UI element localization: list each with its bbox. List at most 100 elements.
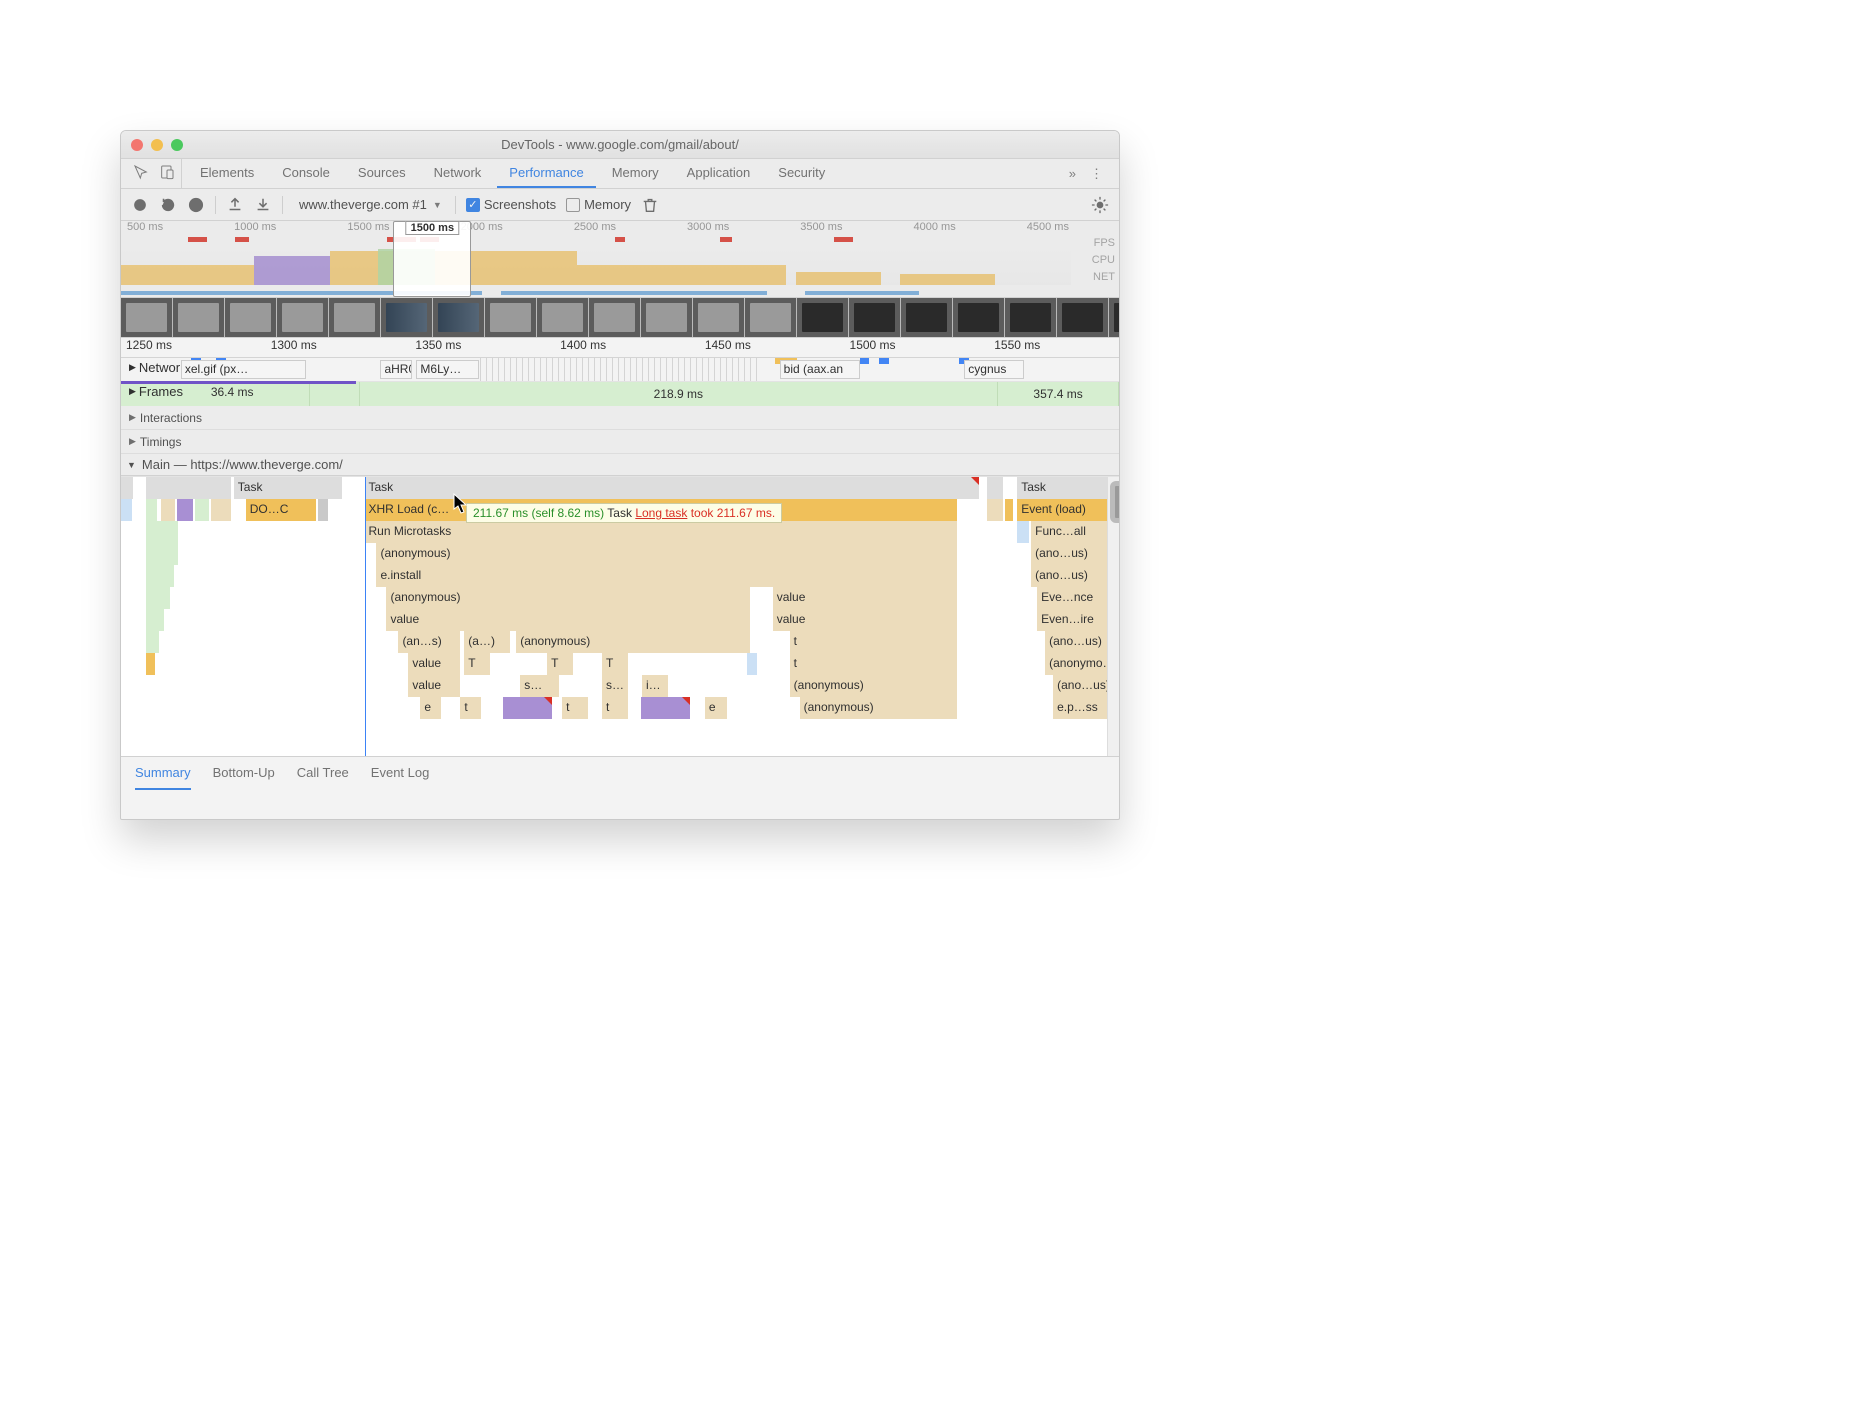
flame-entry[interactable] [146, 499, 157, 521]
expand-icon[interactable]: ▶ [121, 436, 140, 447]
screenshot-thumb[interactable] [173, 298, 225, 337]
overview-timeline[interactable]: 500 ms 1000 ms 1500 ms 2000 ms 2500 ms 3… [121, 221, 1119, 298]
flame-entry[interactable]: e [705, 697, 727, 719]
tab-memory[interactable]: Memory [600, 159, 671, 188]
flame-task[interactable]: Task [234, 477, 342, 499]
flame-entry[interactable] [161, 499, 175, 521]
flame-entry[interactable]: t [790, 631, 958, 653]
interactions-track[interactable]: ▶ Interactions [121, 406, 1119, 430]
flame-entry[interactable] [146, 565, 174, 587]
flame-entry[interactable] [641, 697, 690, 719]
detail-ruler[interactable]: 1250 ms 1300 ms 1350 ms 1400 ms 1450 ms … [121, 338, 1119, 358]
screenshot-thumb[interactable] [745, 298, 797, 337]
garbage-collect-icon[interactable] [641, 196, 659, 214]
network-request[interactable]: aHR0c [380, 360, 412, 379]
flame-task[interactable]: Task [1017, 477, 1119, 499]
details-tab-summary[interactable]: Summary [135, 757, 191, 790]
details-tab-calltree[interactable]: Call Tree [297, 757, 349, 790]
flame-entry[interactable] [318, 499, 328, 521]
flame-entry[interactable]: value [773, 587, 958, 609]
flame-entry[interactable]: value [408, 653, 460, 675]
flame-entry[interactable]: Func…all [1031, 521, 1119, 543]
flame-entry[interactable]: (anonymous) [386, 587, 749, 609]
flame-entry[interactable] [1017, 521, 1029, 543]
screenshot-thumb[interactable] [693, 298, 745, 337]
network-request[interactable]: xel.gif (px… [181, 360, 306, 379]
minimize-window-button[interactable] [151, 139, 163, 151]
network-request[interactable]: bid (aax.an [780, 360, 860, 379]
flame-entry[interactable] [146, 609, 164, 631]
details-tab-eventlog[interactable]: Event Log [371, 757, 430, 790]
flame-entry[interactable]: (ano…us) [1031, 543, 1119, 565]
expand-icon[interactable]: ▶ [129, 362, 136, 373]
flame-entry[interactable]: value [773, 609, 958, 631]
flame-entry[interactable]: t [602, 697, 628, 719]
screenshot-thumb[interactable] [1005, 298, 1057, 337]
screenshot-thumb[interactable] [381, 298, 433, 337]
reload-record-icon[interactable] [159, 196, 177, 214]
screenshot-thumb[interactable] [641, 298, 693, 337]
screenshot-thumb[interactable] [329, 298, 381, 337]
screenshot-thumb[interactable] [797, 298, 849, 337]
settings-icon[interactable] [1091, 196, 1109, 214]
flame-task[interactable] [146, 477, 231, 499]
frame-block[interactable]: 218.9 ms [360, 382, 999, 406]
network-request[interactable]: cygnus [964, 360, 1024, 379]
screenshot-thumb[interactable] [589, 298, 641, 337]
upload-profile-icon[interactable] [226, 196, 244, 214]
flame-entry[interactable] [195, 499, 209, 521]
zoom-window-button[interactable] [171, 139, 183, 151]
flame-entry[interactable]: (anonymous) [516, 631, 750, 653]
flame-entry[interactable]: value [386, 609, 749, 631]
flame-entry[interactable] [121, 499, 132, 521]
flame-entry[interactable] [146, 653, 155, 675]
flame-entry[interactable]: Event (load) [1017, 499, 1119, 521]
more-tabs-icon[interactable]: » [1069, 166, 1076, 181]
profile-select[interactable]: www.theverge.com #1 ▼ [293, 197, 445, 212]
flame-entry[interactable]: value [408, 675, 460, 697]
flame-entry[interactable]: T [602, 653, 628, 675]
flame-entry[interactable]: T [464, 653, 490, 675]
screenshot-thumb[interactable] [485, 298, 537, 337]
screenshot-thumb[interactable] [953, 298, 1005, 337]
flame-entry[interactable] [146, 521, 178, 543]
download-profile-icon[interactable] [254, 196, 272, 214]
screenshot-filmstrip[interactable] [121, 298, 1119, 338]
collapse-icon[interactable]: ▼ [127, 460, 136, 470]
tab-network[interactable]: Network [422, 159, 494, 188]
flame-entry[interactable]: (anonymous) [376, 543, 957, 565]
flame-entry[interactable]: e [420, 697, 441, 719]
inspect-icon[interactable] [133, 164, 149, 183]
clear-icon[interactable] [187, 196, 205, 214]
flame-entry[interactable]: (ano…us) [1031, 565, 1119, 587]
frame-block[interactable] [310, 382, 360, 406]
flame-entry[interactable]: T [547, 653, 573, 675]
flame-entry[interactable]: (a…) [464, 631, 510, 653]
tab-sources[interactable]: Sources [346, 159, 418, 188]
main-track-header[interactable]: ▼ Main — https://www.theverge.com/ [121, 454, 1119, 476]
kebab-menu-icon[interactable]: ⋮ [1090, 166, 1103, 182]
flame-entry[interactable]: (anonymous) [800, 697, 958, 719]
tab-application[interactable]: Application [675, 159, 763, 188]
timings-track[interactable]: ▶ Timings [121, 430, 1119, 454]
tooltip-longtask-link[interactable]: Long task [635, 506, 687, 520]
screenshot-thumb[interactable] [537, 298, 589, 337]
device-toggle-icon[interactable] [159, 164, 175, 183]
scrollbar-thumb[interactable] [1110, 481, 1120, 523]
flame-entry[interactable]: t [790, 653, 958, 675]
screenshot-thumb[interactable] [121, 298, 173, 337]
vertical-scrollbar[interactable] [1107, 477, 1119, 756]
flame-entry[interactable]: (an…s) [398, 631, 460, 653]
details-tab-bottomup[interactable]: Bottom-Up [213, 757, 275, 790]
flame-task[interactable] [987, 477, 1003, 499]
screenshot-thumb[interactable] [277, 298, 329, 337]
network-request[interactable]: M6Ly… [416, 360, 479, 379]
network-track[interactable]: ▶ Network xel.gif (px… aHR0c M6Ly… bid (… [121, 358, 1119, 382]
flame-entry[interactable] [503, 697, 552, 719]
screenshots-toggle[interactable]: ✓ Screenshots [466, 197, 556, 212]
expand-icon[interactable]: ▶ [121, 412, 140, 423]
flame-entry[interactable]: s… [602, 675, 628, 697]
memory-toggle[interactable]: Memory [566, 197, 631, 212]
flame-entry[interactable]: Run Microtasks [365, 521, 958, 543]
expand-icon[interactable]: ▶ [129, 386, 136, 397]
